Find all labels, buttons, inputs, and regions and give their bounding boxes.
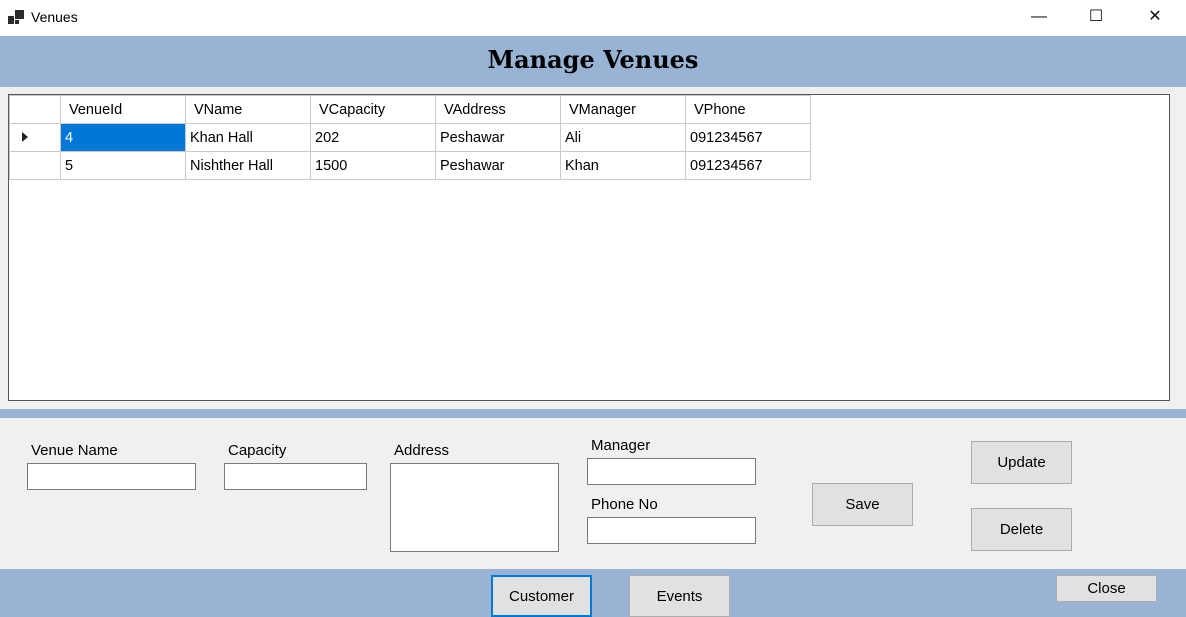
phone-label: Phone No xyxy=(591,496,658,513)
venue-name-input[interactable] xyxy=(27,463,196,490)
title-bar xyxy=(0,0,1186,36)
customer-button[interactable]: Customer xyxy=(491,575,592,617)
grid-cell[interactable]: 4 xyxy=(60,123,186,152)
grid-cell[interactable]: Khan Hall xyxy=(185,123,311,152)
venues-grid[interactable]: VenueId VName VCapacity VAddress VManage… xyxy=(8,94,1170,401)
row-header[interactable] xyxy=(9,151,61,180)
row-header[interactable] xyxy=(9,123,61,152)
grid-cell[interactable]: 091234567 xyxy=(685,151,811,180)
table-row[interactable]: 5 Nishther Hall 1500 Peshawar Khan 09123… xyxy=(9,151,811,180)
grid-cell[interactable]: Khan xyxy=(560,151,686,180)
address-label: Address xyxy=(394,442,450,459)
minimize-button[interactable]: — xyxy=(1011,0,1067,36)
column-header-venueid[interactable]: VenueId xyxy=(60,95,186,124)
grid-cell[interactable]: 1500 xyxy=(310,151,436,180)
manager-input[interactable] xyxy=(587,458,756,485)
app-icon xyxy=(8,10,24,24)
capacity-label: Capacity xyxy=(228,442,287,459)
manager-label: Manager xyxy=(591,437,651,454)
grid-cell[interactable]: Peshawar xyxy=(435,123,561,152)
venue-name-label: Venue Name xyxy=(31,442,118,459)
separator-band xyxy=(0,409,1186,418)
column-header-vname[interactable]: VName xyxy=(185,95,311,124)
delete-button[interactable]: Delete xyxy=(971,508,1072,551)
save-button[interactable]: Save xyxy=(812,483,913,526)
close-button[interactable]: Close xyxy=(1056,575,1157,602)
phone-input[interactable] xyxy=(587,517,756,544)
capacity-input[interactable] xyxy=(224,463,367,490)
window-title: Venues xyxy=(31,9,78,25)
venues-table: VenueId VName VCapacity VAddress VManage… xyxy=(9,95,811,180)
column-header-vmanager[interactable]: VManager xyxy=(560,95,686,124)
grid-cell[interactable]: 091234567 xyxy=(685,123,811,152)
grid-corner-cell[interactable] xyxy=(9,95,61,124)
close-window-button[interactable]: ✕ xyxy=(1127,0,1183,36)
maximize-button[interactable]: ☐ xyxy=(1068,0,1124,36)
table-row[interactable]: 4 Khan Hall 202 Peshawar Ali 091234567 xyxy=(9,123,811,152)
grid-cell[interactable]: Peshawar xyxy=(435,151,561,180)
grid-cell[interactable]: Nishther Hall xyxy=(185,151,311,180)
column-header-vphone[interactable]: VPhone xyxy=(685,95,811,124)
current-row-arrow-icon xyxy=(22,131,28,142)
address-textarea[interactable] xyxy=(390,463,559,552)
events-button[interactable]: Events xyxy=(629,575,730,617)
grid-header-row: VenueId VName VCapacity VAddress VManage… xyxy=(9,95,811,124)
footer-band xyxy=(0,569,1186,617)
column-header-vaddress[interactable]: VAddress xyxy=(435,95,561,124)
column-header-vcapacity[interactable]: VCapacity xyxy=(310,95,436,124)
page-title: Manage Venues xyxy=(487,45,699,74)
grid-cell[interactable]: 202 xyxy=(310,123,436,152)
grid-cell[interactable]: Ali xyxy=(560,123,686,152)
grid-cell[interactable]: 5 xyxy=(60,151,186,180)
update-button[interactable]: Update xyxy=(971,441,1072,484)
